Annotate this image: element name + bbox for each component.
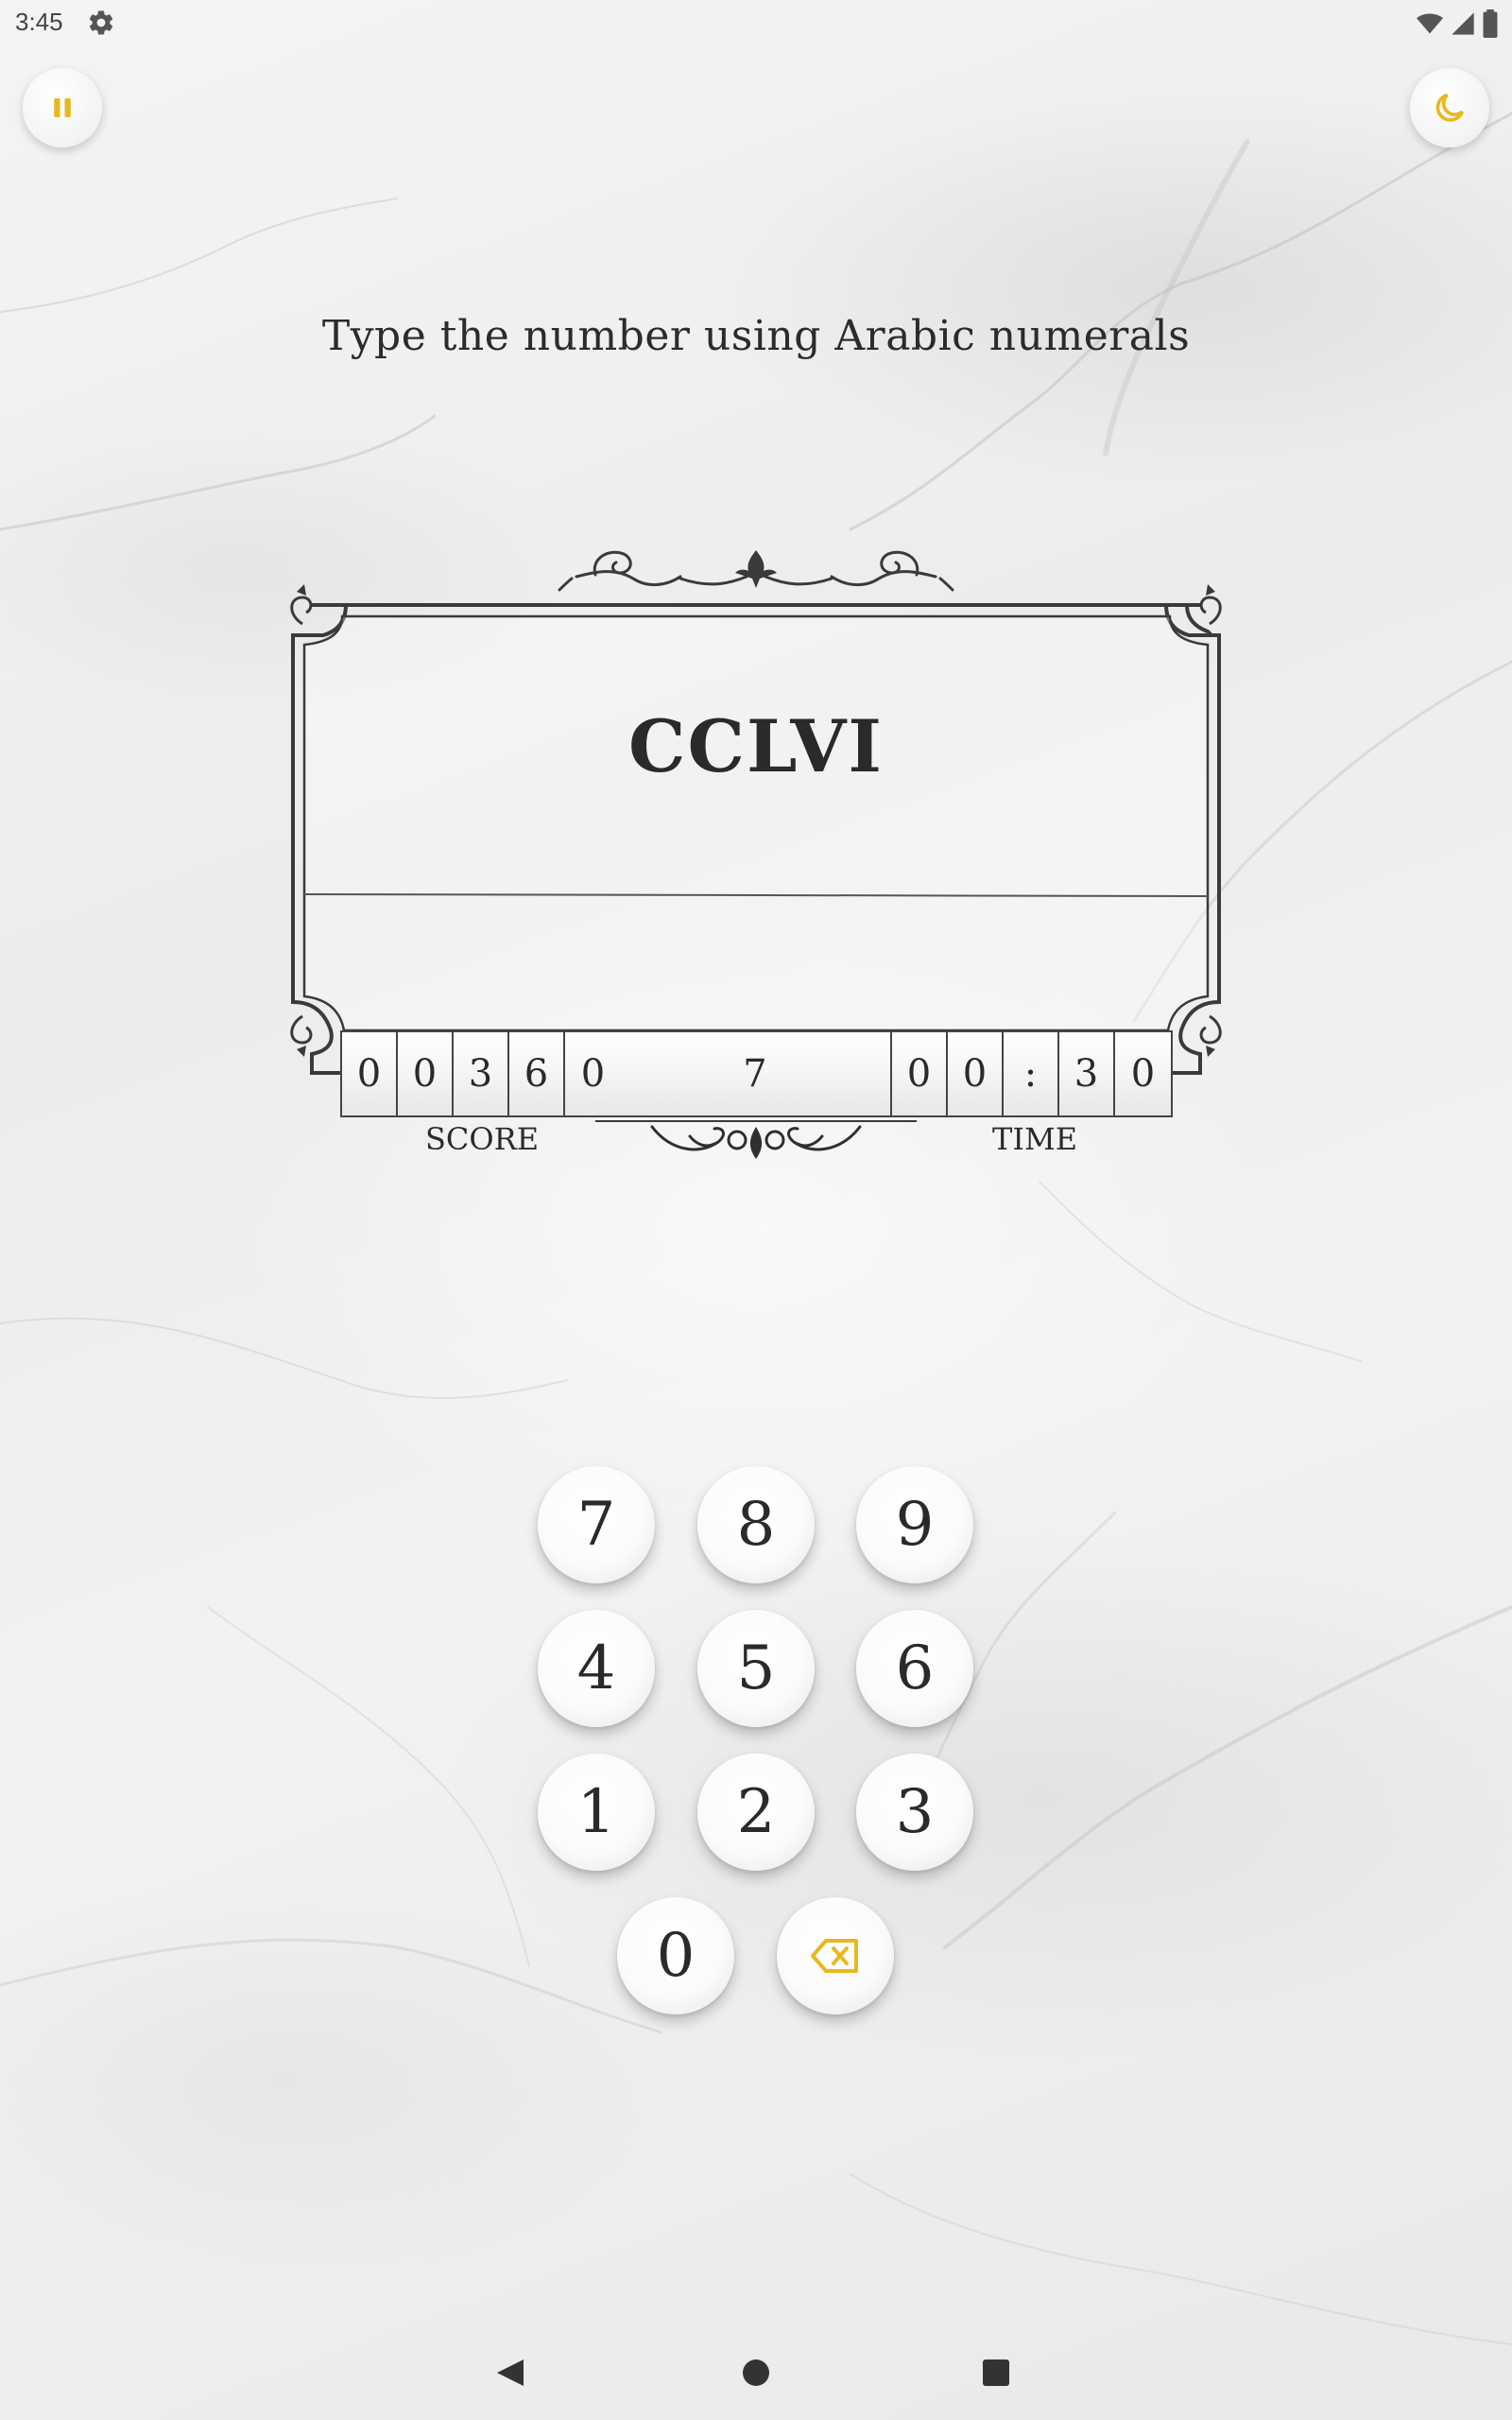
level-display: 7 [618,1030,892,1117]
roman-numeral-display: CCLVI [628,704,884,788]
signal-icon [1452,12,1474,35]
instruction-text: Type the number using Arabic numerals [321,312,1191,360]
back-icon[interactable] [497,2360,524,2386]
wifi-icon [1417,13,1443,34]
score-label: SCORE [425,1121,540,1157]
score-digit: 0 [342,1032,398,1115]
time-counter: 0 0 : 3 0 [890,1030,1173,1117]
score-counter: 0 0 3 6 0 [340,1030,623,1117]
time-digit: 0 [892,1032,948,1115]
top-fleur [735,550,777,588]
theme-toggle-button[interactable] [1410,68,1489,147]
backspace-icon [811,1939,858,1973]
time-label: TIME [992,1121,1078,1157]
keypad-key-4[interactable]: 4 [538,1610,655,1727]
keypad-key-2[interactable]: 2 [697,1754,815,1871]
keypad-key-8[interactable]: 8 [697,1466,815,1583]
answer-input[interactable] [308,822,1204,893]
score-digit: 0 [398,1032,454,1115]
time-separator: : [1004,1032,1059,1115]
keypad-key-5[interactable]: 5 [697,1610,815,1727]
keypad-key-3[interactable]: 3 [856,1754,973,1871]
pause-button[interactable] [23,68,102,147]
keypad-key-6[interactable]: 6 [856,1610,973,1727]
status-icons [1416,9,1499,38]
gear-icon [89,10,113,35]
status-bar: 3:45 [0,0,1512,47]
keypad-key-0[interactable]: 0 [617,1897,734,2014]
status-time: 3:45 [15,8,63,36]
score-digit: 3 [454,1032,509,1115]
backspace-button[interactable] [777,1897,894,2014]
time-digit: 0 [948,1032,1004,1115]
marble-background [0,112,1512,2345]
time-digit: 3 [1059,1032,1115,1115]
pause-icon [54,98,71,117]
keypad-key-9[interactable]: 9 [856,1466,973,1583]
home-icon[interactable] [743,2360,769,2386]
moon-icon [1435,93,1465,122]
keypad-key-7[interactable]: 7 [538,1466,655,1583]
score-digit: 0 [580,1052,606,1096]
navigation-bar [497,2360,1009,2386]
battery-icon [1483,9,1498,38]
time-digit: 0 [1130,1052,1156,1096]
keypad-key-1[interactable]: 1 [538,1754,655,1871]
score-digit: 6 [509,1032,565,1115]
recents-icon[interactable] [983,2360,1009,2386]
bottom-flourish [595,1120,917,1159]
